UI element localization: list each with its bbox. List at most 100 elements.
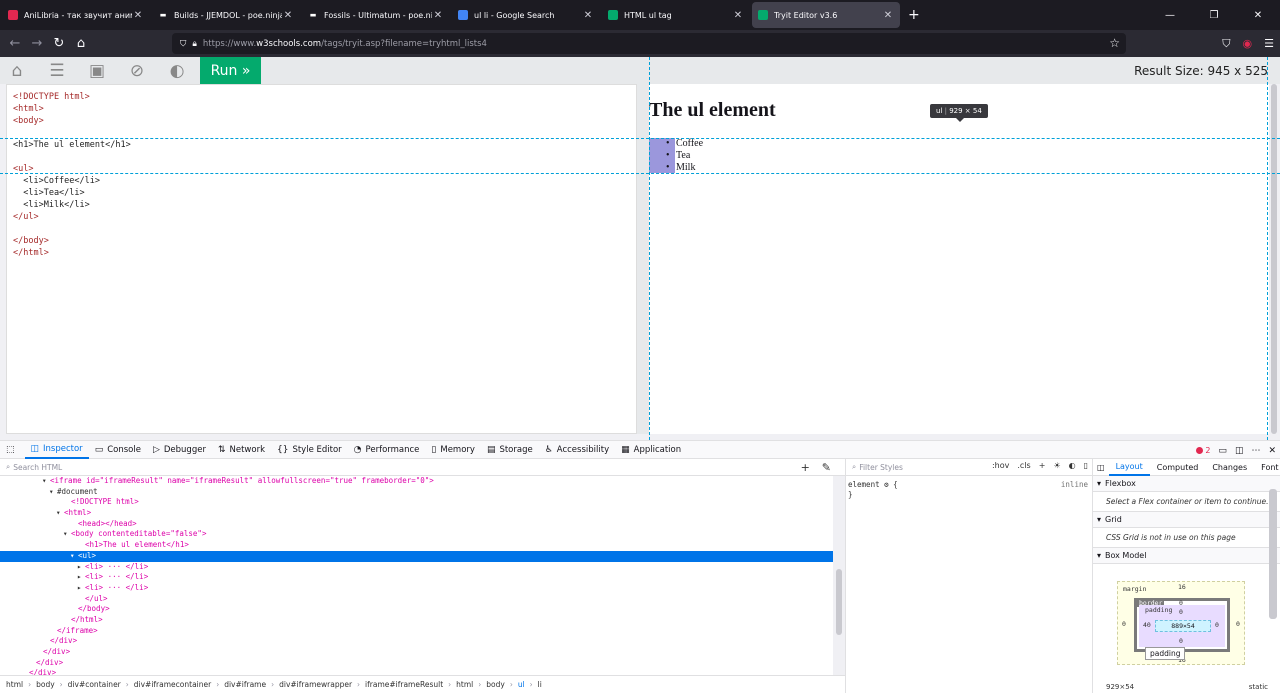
- flexbox-section-header[interactable]: Flexbox: [1093, 476, 1280, 492]
- tab-accessibility[interactable]: ♿ Accessibility: [539, 440, 615, 459]
- markup-row[interactable]: ▾ <iframe id="iframeResult" name="iframeR…: [0, 476, 834, 487]
- breadcrumb-item[interactable]: div#container: [68, 680, 121, 689]
- box-model-section-header[interactable]: Box Model: [1093, 548, 1280, 564]
- markup-row[interactable]: <!DOCTYPE html>: [0, 497, 834, 508]
- markup-row[interactable]: ▾ <ul>: [0, 550, 834, 562]
- margin-right-value[interactable]: 0: [1236, 620, 1240, 628]
- markup-row[interactable]: </div>: [0, 658, 834, 669]
- new-tab-icon[interactable]: +: [908, 7, 920, 23]
- breadcrumb-item[interactable]: ul: [518, 680, 525, 689]
- code-editor[interactable]: <!DOCTYPE html> <html> <body> <h1>The ul el…: [6, 84, 637, 434]
- dark-mode-icon[interactable]: ◐: [1069, 461, 1076, 470]
- home-icon[interactable]: ⌂: [7, 61, 27, 81]
- close-tab-icon[interactable]: ✕: [132, 10, 144, 21]
- home-icon[interactable]: ⌂: [70, 36, 92, 51]
- padding-left-value[interactable]: 40: [1143, 621, 1151, 629]
- expand-arrow-icon[interactable]: ▾: [70, 551, 78, 562]
- close-tab-icon[interactable]: ✕: [732, 10, 744, 21]
- print-media-icon[interactable]: ▯: [1084, 461, 1088, 470]
- markup-row[interactable]: ▾ <body contenteditable="false">: [0, 529, 834, 540]
- breadcrumb-item[interactable]: div#iframe: [224, 680, 266, 689]
- markup-row[interactable]: </body>: [0, 604, 834, 615]
- breadcrumb-item[interactable]: body: [486, 680, 505, 689]
- expand-arrow-icon[interactable]: ▸: [77, 572, 85, 583]
- reload-icon[interactable]: ↻: [48, 36, 70, 51]
- close-devtools-icon[interactable]: ✕: [1268, 446, 1276, 456]
- tab-0[interactable]: AniLibria - так звучит аниме!✕: [2, 2, 150, 28]
- markup-row[interactable]: </html>: [0, 615, 834, 626]
- extension-icon[interactable]: ◉: [1243, 37, 1253, 50]
- close-tab-icon[interactable]: ✕: [282, 10, 294, 21]
- markup-row[interactable]: <head></head>: [0, 519, 834, 530]
- filter-styles-field[interactable]: ⌕ Filter Styles :hov .cls + ☀ ◐ ▯: [846, 459, 1092, 476]
- breadcrumb-item[interactable]: li: [538, 680, 542, 689]
- pick-element-icon[interactable]: ⬚: [0, 440, 25, 459]
- responsive-design-icon[interactable]: ▭: [1218, 446, 1227, 456]
- tab-network[interactable]: ⇅ Network: [212, 440, 271, 459]
- lock-icon[interactable]: 🔒︎: [192, 39, 197, 49]
- markup-row[interactable]: ▾ #document: [0, 487, 834, 498]
- sidebar-toggle-icon[interactable]: ◫: [1093, 459, 1109, 476]
- add-rule-icon[interactable]: +: [1039, 461, 1046, 470]
- hov-toggle[interactable]: :hov: [992, 461, 1009, 470]
- shield-icon[interactable]: ⛉: [180, 39, 186, 49]
- grid-section-header[interactable]: Grid: [1093, 512, 1280, 528]
- menu-icon[interactable]: ☰: [47, 61, 67, 81]
- bookmark-star-icon[interactable]: ☆: [1109, 36, 1120, 50]
- layout-tab-layout[interactable]: Layout: [1108, 459, 1150, 476]
- markup-tree[interactable]: ▾ <iframe id="iframeResult" name="iframeR…: [0, 476, 834, 675]
- back-icon[interactable]: ←: [4, 36, 26, 51]
- forward-icon[interactable]: →: [26, 36, 48, 51]
- menu-icon[interactable]: ☰: [1264, 37, 1274, 50]
- layout-tab-changes[interactable]: Changes: [1205, 459, 1254, 476]
- breadcrumb-item[interactable]: iframe#iframeResult: [365, 680, 443, 689]
- tab-debugger[interactable]: ▷ Debugger: [147, 440, 212, 459]
- close-tab-icon[interactable]: ✕: [882, 10, 894, 21]
- close-window-icon[interactable]: ✕: [1236, 0, 1280, 30]
- markup-row[interactable]: </div>: [0, 668, 834, 675]
- search-html-field[interactable]: ⌕ Search HTML + ✎: [0, 459, 845, 476]
- tab-4[interactable]: HTML ul tag ✕: [602, 2, 750, 28]
- tab-style-editor[interactable]: {} Style Editor: [271, 440, 348, 459]
- margin-top-value[interactable]: 16: [1178, 583, 1186, 591]
- markup-row[interactable]: </div>: [0, 647, 834, 658]
- close-tab-icon[interactable]: ✕: [582, 10, 594, 21]
- expand-arrow-icon[interactable]: ▾: [42, 476, 50, 487]
- expand-arrow-icon[interactable]: ▾: [56, 508, 64, 519]
- pocket-icon[interactable]: ⛉: [1222, 37, 1230, 51]
- element-rule[interactable]: inline element ⚙ { }: [846, 476, 1092, 504]
- markup-row[interactable]: ▸ <li> ··· </li>: [0, 572, 834, 583]
- markup-row[interactable]: </iframe>: [0, 626, 834, 637]
- markup-row[interactable]: ▸ <li> ··· </li>: [0, 562, 834, 573]
- expand-arrow-icon[interactable]: ▾: [63, 529, 71, 540]
- cls-toggle[interactable]: .cls: [1017, 461, 1030, 470]
- padding-bottom-value[interactable]: 0: [1179, 637, 1183, 645]
- markup-scrollbar[interactable]: [833, 476, 845, 675]
- breadcrumb-item[interactable]: html: [456, 680, 473, 689]
- padding-top-value[interactable]: 0: [1179, 608, 1183, 616]
- maximize-icon[interactable]: ❐: [1192, 0, 1236, 30]
- tab-2[interactable]: ▬ Fossils - Ultimatum - poe.ninja✕: [302, 2, 450, 28]
- markup-row[interactable]: </ul>: [0, 594, 834, 605]
- result-scrollbar[interactable]: [1269, 84, 1280, 434]
- expand-arrow-icon[interactable]: ▾: [49, 487, 57, 498]
- markup-row[interactable]: ▸ <li> ··· </li>: [0, 583, 834, 594]
- theme-contrast-icon[interactable]: ◐: [167, 61, 187, 81]
- rotate-icon[interactable]: ⊘: [127, 61, 147, 81]
- tab-application[interactable]: ▦ Application: [615, 440, 687, 459]
- dock-icon[interactable]: ◫: [1235, 446, 1244, 456]
- layout-scrollbar[interactable]: [1269, 489, 1277, 619]
- tab-3[interactable]: ul li - Google Search ✕: [452, 2, 600, 28]
- markup-row[interactable]: <h1>The ul element</h1>: [0, 540, 834, 551]
- save-icon[interactable]: ▣: [87, 61, 107, 81]
- url-bar[interactable]: ⛉ 🔒︎ https://www.w3schools.com/tags/tryi…: [172, 33, 1126, 54]
- tab-console[interactable]: ▭ Console: [89, 440, 147, 459]
- error-count-badge[interactable]: 2: [1196, 446, 1210, 455]
- breadcrumb-item[interactable]: html: [6, 680, 23, 689]
- markup-row[interactable]: ▾ <html>: [0, 508, 834, 519]
- tab-1[interactable]: ▬ Builds - JJEMDOL - poe.ninja ✕: [152, 2, 300, 28]
- expand-arrow-icon[interactable]: ▸: [77, 583, 85, 594]
- tab-memory[interactable]: ▯ Memory: [425, 440, 481, 459]
- markup-row[interactable]: </div>: [0, 636, 834, 647]
- layout-tab-computed[interactable]: Computed: [1150, 459, 1206, 476]
